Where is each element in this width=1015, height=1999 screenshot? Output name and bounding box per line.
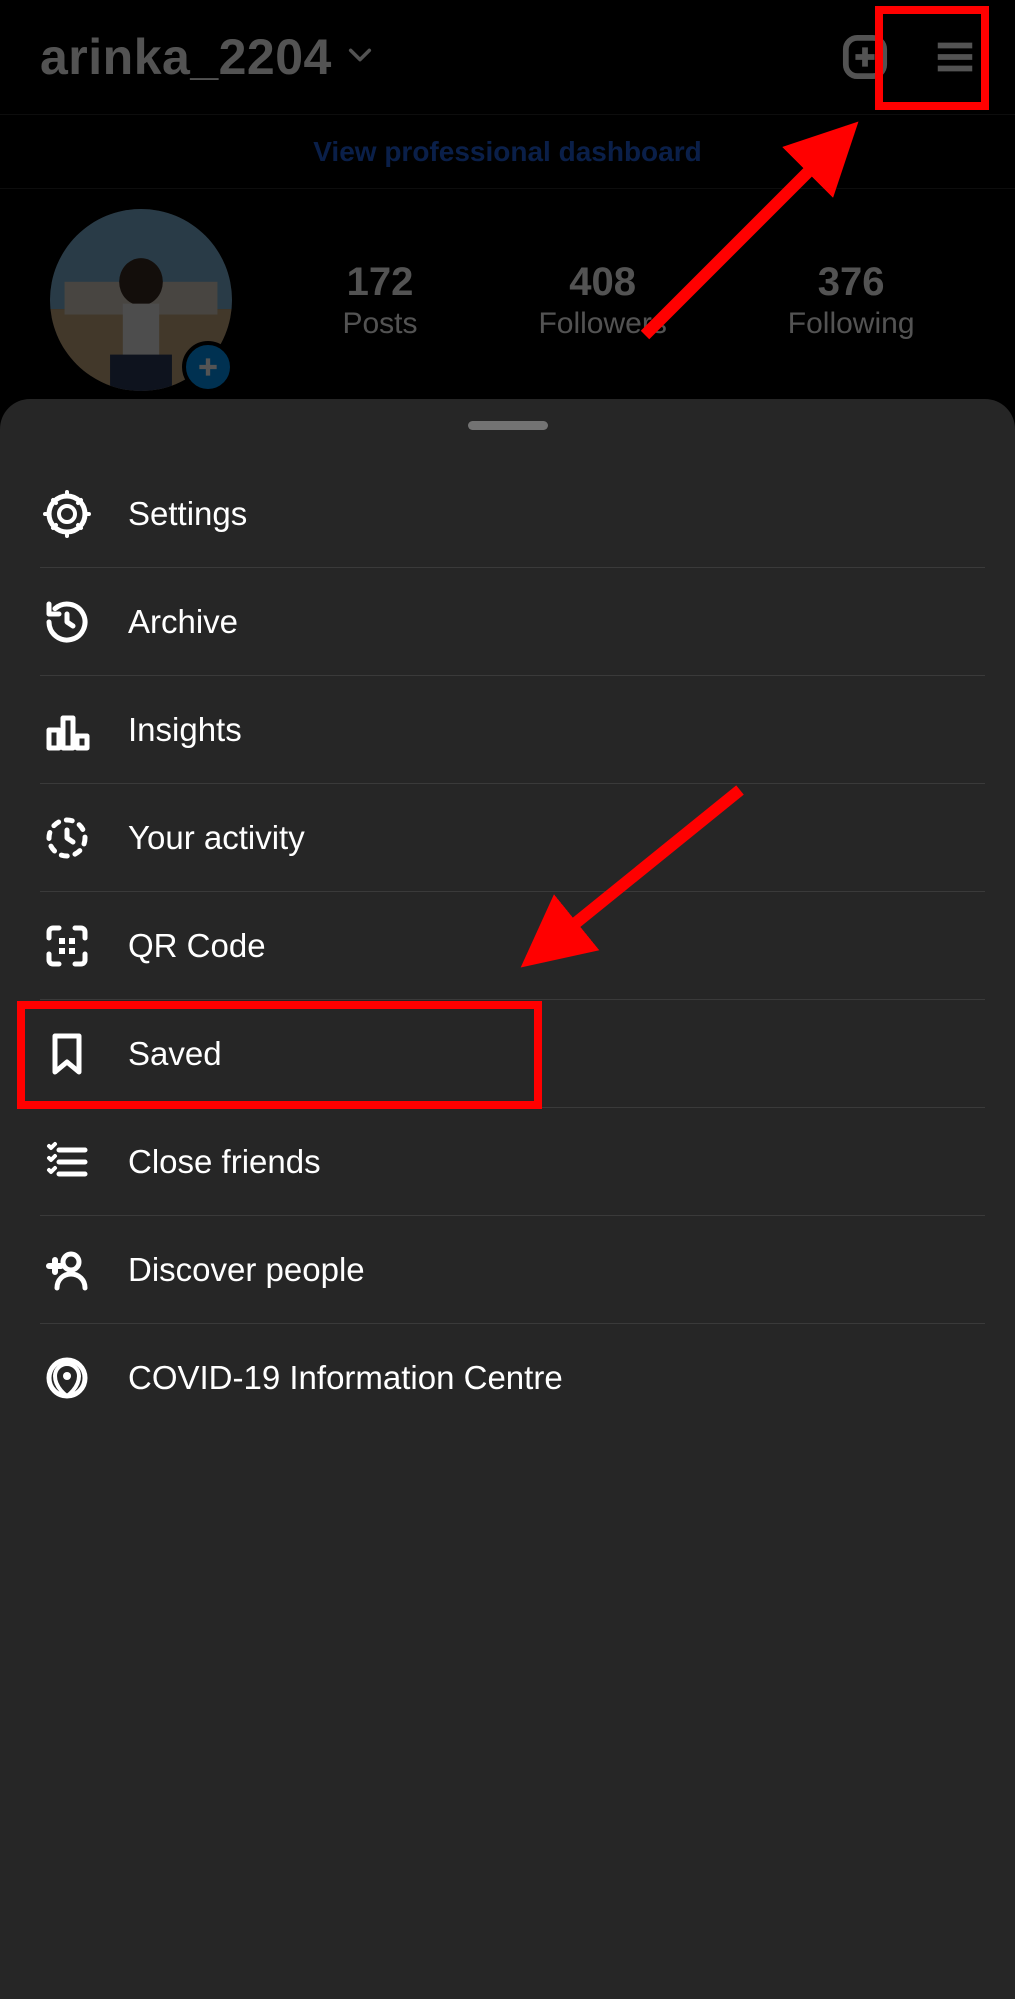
menu-label: Close friends (128, 1143, 321, 1181)
menu-item-insights[interactable]: Insights (40, 676, 985, 784)
close-friends-icon (40, 1135, 94, 1189)
discover-people-icon (40, 1243, 94, 1297)
settings-icon (40, 487, 94, 541)
followers-count: 408 (538, 260, 666, 305)
menu-item-qr[interactable]: QR Code (40, 892, 985, 1000)
posts-label: Posts (342, 307, 417, 341)
posts-stat[interactable]: 172 Posts (342, 260, 417, 341)
insights-icon (40, 703, 94, 757)
saved-icon (40, 1027, 94, 1081)
chevron-down-icon[interactable] (346, 41, 374, 74)
following-count: 376 (788, 260, 915, 305)
qr-icon (40, 919, 94, 973)
menu-sheet: Settings Archive Insights Your activity (0, 399, 1015, 1999)
create-button[interactable] (835, 27, 895, 87)
professional-dashboard-link[interactable]: View professional dashboard (0, 115, 1015, 189)
menu-label: Discover people (128, 1251, 365, 1289)
menu-item-archive[interactable]: Archive (40, 568, 985, 676)
following-stat[interactable]: 376 Following (788, 260, 915, 341)
profile-header: arinka_2204 (0, 0, 1015, 115)
menu-label: QR Code (128, 927, 266, 965)
menu-item-activity[interactable]: Your activity (40, 784, 985, 892)
archive-icon (40, 595, 94, 649)
menu-label: Your activity (128, 819, 305, 857)
sheet-grabber[interactable] (468, 421, 548, 430)
followers-label: Followers (538, 307, 666, 341)
avatar[interactable] (50, 209, 232, 391)
following-label: Following (788, 307, 915, 341)
menu-item-covid[interactable]: COVID-19 Information Centre (40, 1324, 985, 1432)
menu-item-close-friends[interactable]: Close friends (40, 1108, 985, 1216)
posts-count: 172 (342, 260, 417, 305)
followers-stat[interactable]: 408 Followers (538, 260, 666, 341)
hamburger-menu-button[interactable] (925, 27, 985, 87)
menu-label: Settings (128, 495, 247, 533)
activity-icon (40, 811, 94, 865)
menu-label: COVID-19 Information Centre (128, 1359, 563, 1397)
menu-item-saved[interactable]: Saved (40, 1000, 985, 1108)
menu-label: Archive (128, 603, 238, 641)
menu-item-settings[interactable]: Settings (40, 460, 985, 568)
menu-item-discover[interactable]: Discover people (40, 1216, 985, 1324)
menu-label: Insights (128, 711, 242, 749)
username-label[interactable]: arinka_2204 (40, 28, 332, 86)
profile-background: arinka_2204 View professional dashboard (0, 0, 1015, 421)
covid-info-icon (40, 1351, 94, 1405)
profile-stats-row: 172 Posts 408 Followers 376 Following (0, 189, 1015, 421)
add-story-badge[interactable] (182, 341, 234, 393)
professional-dashboard-label: View professional dashboard (313, 136, 701, 168)
menu-label: Saved (128, 1035, 222, 1073)
